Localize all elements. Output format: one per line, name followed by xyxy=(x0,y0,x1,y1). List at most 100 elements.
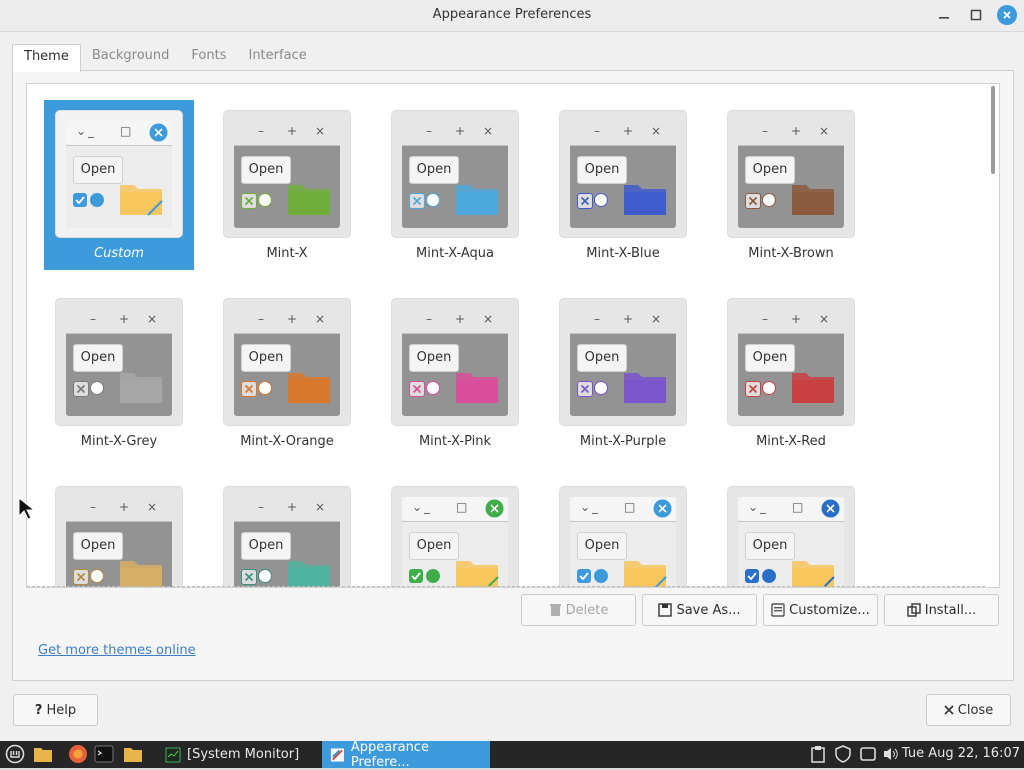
preview-checkbox xyxy=(73,381,89,397)
theme-name: Mint-X-Pink xyxy=(418,434,492,449)
preview-minimize-icon: – xyxy=(594,124,600,138)
theme-item[interactable]: – + × Open Mint-X xyxy=(212,100,362,270)
theme-item[interactable]: ⌄ _ □ Open Custom xyxy=(44,100,194,270)
theme-preview: ⌄ _ □ Open xyxy=(392,487,518,587)
theme-item[interactable]: ⌄ _ □ Open xyxy=(380,476,530,587)
close-button[interactable]: Close xyxy=(926,694,1011,726)
preview-checkbox xyxy=(409,569,423,583)
folder-icon xyxy=(792,373,834,403)
theme-preview-window: ⌄ _ □ Open xyxy=(570,497,676,587)
preview-menu-icon: ⌄ xyxy=(412,500,423,514)
preview-open-button: Open xyxy=(577,156,627,184)
theme-name: Mint-X-Purple xyxy=(579,434,667,449)
preview-checkbox xyxy=(577,193,593,209)
tab-interface[interactable]: Interface xyxy=(237,44,317,70)
taskbar-window-system-monitor[interactable]: [System Monitor] xyxy=(157,741,317,768)
customize-label: Customize... xyxy=(789,602,870,618)
preview-checkbox xyxy=(73,193,87,207)
theme-item[interactable]: ⌄ _ □ Open xyxy=(716,476,866,587)
preview-checkbox xyxy=(409,193,425,209)
minimize-icon xyxy=(939,17,949,19)
network-tray[interactable] xyxy=(858,744,878,764)
preview-maximize-icon: + xyxy=(623,312,634,326)
theme-item[interactable]: – + × Open Mint-X-Aqua xyxy=(380,100,530,270)
preview-maximize-icon: □ xyxy=(120,124,132,138)
preview-maximize-icon: □ xyxy=(456,500,468,514)
theme-item[interactable]: – + × Open Mint-X-Orange xyxy=(212,288,362,458)
clock[interactable]: Tue Aug 22, 16:07 xyxy=(902,746,1020,761)
theme-preview: – + × Open xyxy=(560,299,686,425)
theme-item[interactable]: – + × Open xyxy=(212,476,362,587)
preview-checkbox xyxy=(241,569,257,585)
theme-name: Mint-X-Blue xyxy=(586,246,660,261)
maximize-icon xyxy=(970,9,982,21)
preview-minimize-icon: – xyxy=(258,124,264,138)
install-label: Install... xyxy=(924,602,977,618)
files-window-launcher[interactable] xyxy=(123,744,143,764)
folder-icon xyxy=(120,373,162,403)
theme-item[interactable]: – + × Open Mint-X-Blue xyxy=(548,100,698,270)
preview-minimize-icon: – xyxy=(762,124,768,138)
menu-button[interactable] xyxy=(5,744,25,764)
theme-item[interactable]: – + × Open Mint-X-Brown xyxy=(716,100,866,270)
tab-theme[interactable]: Theme xyxy=(12,44,81,72)
preview-radio xyxy=(258,569,272,583)
delete-button[interactable]: Delete xyxy=(521,594,636,626)
terminal-launcher[interactable] xyxy=(94,744,114,764)
preview-titlebar: – + × xyxy=(402,121,508,146)
theme-preview: – + × Open xyxy=(224,487,350,587)
theme-item[interactable]: – + × Open Mint-X-Purple xyxy=(548,288,698,458)
help-button[interactable]: ? Help xyxy=(13,694,98,726)
folder-icon xyxy=(624,561,667,587)
maximize-button[interactable] xyxy=(964,4,988,26)
preview-radio xyxy=(594,381,608,395)
clipboard-tray[interactable] xyxy=(808,744,828,764)
theme-preview-window: ⌄ _ □ Open xyxy=(402,497,508,587)
preview-checkbox xyxy=(745,381,761,397)
preview-close-icon: × xyxy=(651,124,662,138)
clipboard-icon xyxy=(811,746,825,763)
folder-icon xyxy=(456,373,498,403)
theme-grid-scrollbar[interactable] xyxy=(989,86,997,585)
minimize-button[interactable] xyxy=(932,4,956,26)
tab-background[interactable]: Background xyxy=(81,44,181,70)
scrollbar-thumb[interactable] xyxy=(991,86,995,174)
theme-item[interactable]: – + × Open Mint-X-Pink xyxy=(380,288,530,458)
install-button[interactable]: Install... xyxy=(884,594,999,626)
preview-titlebar: – + × xyxy=(66,497,172,522)
preview-titlebar: – + × xyxy=(234,497,340,522)
preview-menu-icon: ⌄ xyxy=(580,500,591,514)
theme-item[interactable]: – + × Open Mint-X-Grey xyxy=(44,288,194,458)
close-x-icon xyxy=(944,705,954,715)
volume-tray[interactable] xyxy=(881,744,901,764)
preview-close-icon: × xyxy=(315,124,326,138)
folder-icon xyxy=(288,185,330,215)
preview-maximize-icon: + xyxy=(287,124,298,138)
preview-minimize-icon: – xyxy=(90,500,96,514)
theme-item[interactable]: – + × Open Mint-X-Red xyxy=(716,288,866,458)
window-close-button[interactable] xyxy=(995,4,1019,26)
preview-radio xyxy=(90,569,104,583)
theme-preview-window: – + × Open xyxy=(66,497,172,587)
theme-preview-window: ⌄ _ □ Open xyxy=(738,497,844,587)
folder-icon xyxy=(624,185,666,215)
customize-button[interactable]: Customize... xyxy=(763,594,878,626)
preview-open-button: Open xyxy=(577,344,627,372)
files-launcher[interactable] xyxy=(33,744,53,764)
appearance-window: Appearance Preferences Theme Background … xyxy=(0,0,1024,741)
taskbar-window-appearance[interactable]: Appearance Prefere... xyxy=(322,740,490,770)
theme-name: Mint-X xyxy=(266,246,308,261)
title-bar[interactable]: Appearance Preferences xyxy=(0,0,1024,32)
update-tray[interactable] xyxy=(833,744,853,764)
theme-item[interactable]: – + × Open xyxy=(44,476,194,587)
firefox-launcher[interactable] xyxy=(68,744,88,764)
theme-item[interactable]: ⌄ _ □ Open xyxy=(548,476,698,587)
save-as-button[interactable]: Save As... xyxy=(642,594,757,626)
theme-preview: – + × Open xyxy=(224,299,350,425)
theme-grid[interactable]: ⌄ _ □ Open Custom – + × Open Mint-X – + × Open Mint-X-… xyxy=(26,83,1000,588)
more-themes-link[interactable]: Get more themes online xyxy=(38,643,196,658)
preview-radio xyxy=(90,193,104,207)
taskbar: [System Monitor] Appearance Prefere... T… xyxy=(0,740,1024,770)
preview-open-button: Open xyxy=(241,532,291,560)
tab-fonts[interactable]: Fonts xyxy=(180,44,237,70)
